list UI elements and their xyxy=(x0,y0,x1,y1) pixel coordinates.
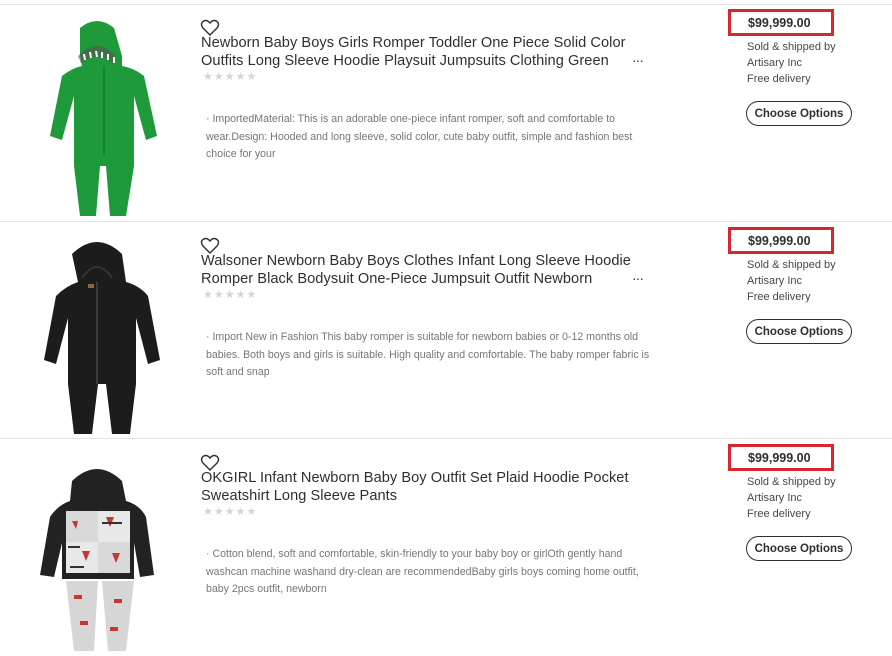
product-description: · ImportedMaterial: This is an adorable … xyxy=(206,113,633,160)
seller-name: Artisary Inc xyxy=(747,492,803,504)
seller-name: Artisary Inc xyxy=(747,275,803,287)
product-price: $99,999.00 xyxy=(748,234,811,248)
price-highlight-box: $99,999.00 xyxy=(728,227,834,254)
product-title[interactable]: OKGIRL Infant Newborn Baby Boy Outfit Se… xyxy=(201,469,631,505)
product-title[interactable]: Newborn Baby Boys Girls Romper Toddler O… xyxy=(201,34,631,70)
seller-info: Sold & shipped by Artisary Inc Free deli… xyxy=(747,474,836,522)
delivery-info: Free delivery xyxy=(747,291,811,303)
rating-stars: ★★★★★ xyxy=(203,289,258,301)
price-highlight-box: $99,999.00 xyxy=(728,9,834,36)
seller-line: Sold & shipped by xyxy=(747,41,836,53)
product-title[interactable]: Walsoner Newborn Baby Boys Clothes Infan… xyxy=(201,252,631,288)
product-item: OKGIRL Infant Newborn Baby Boy Outfit Se… xyxy=(0,438,892,656)
delivery-info: Free delivery xyxy=(747,73,811,85)
product-item: Walsoner Newborn Baby Boys Clothes Infan… xyxy=(0,221,892,439)
rating-stars: ★★★★★ xyxy=(203,71,258,83)
choose-options-button[interactable]: Choose Options xyxy=(746,319,852,344)
more-options-icon[interactable]: ··· xyxy=(632,270,644,286)
black-romper-image[interactable] xyxy=(22,234,172,434)
choose-options-button[interactable]: Choose Options xyxy=(746,536,852,561)
rating-stars: ★★★★★ xyxy=(203,506,258,518)
choose-options-button[interactable]: Choose Options xyxy=(746,101,852,126)
seller-info: Sold & shipped by Artisary Inc Free deli… xyxy=(747,257,836,305)
seller-line: Sold & shipped by xyxy=(747,259,836,271)
seller-line: Sold & shipped by xyxy=(747,476,836,488)
price-highlight-box: $99,999.00 xyxy=(728,444,834,471)
product-item: Newborn Baby Boys Girls Romper Toddler O… xyxy=(0,4,892,221)
green-romper-image[interactable] xyxy=(22,16,172,216)
product-price: $99,999.00 xyxy=(748,16,811,30)
product-description: · Cotton blend, soft and comfortable, sk… xyxy=(206,548,639,595)
product-price: $99,999.00 xyxy=(748,451,811,465)
delivery-info: Free delivery xyxy=(747,508,811,520)
product-description: · Import New in Fashion This baby romper… xyxy=(206,331,650,378)
more-options-icon[interactable]: ··· xyxy=(632,52,644,68)
seller-name: Artisary Inc xyxy=(747,57,803,69)
plaid-outfit-image[interactable] xyxy=(22,451,172,651)
seller-info: Sold & shipped by Artisary Inc Free deli… xyxy=(747,39,836,87)
